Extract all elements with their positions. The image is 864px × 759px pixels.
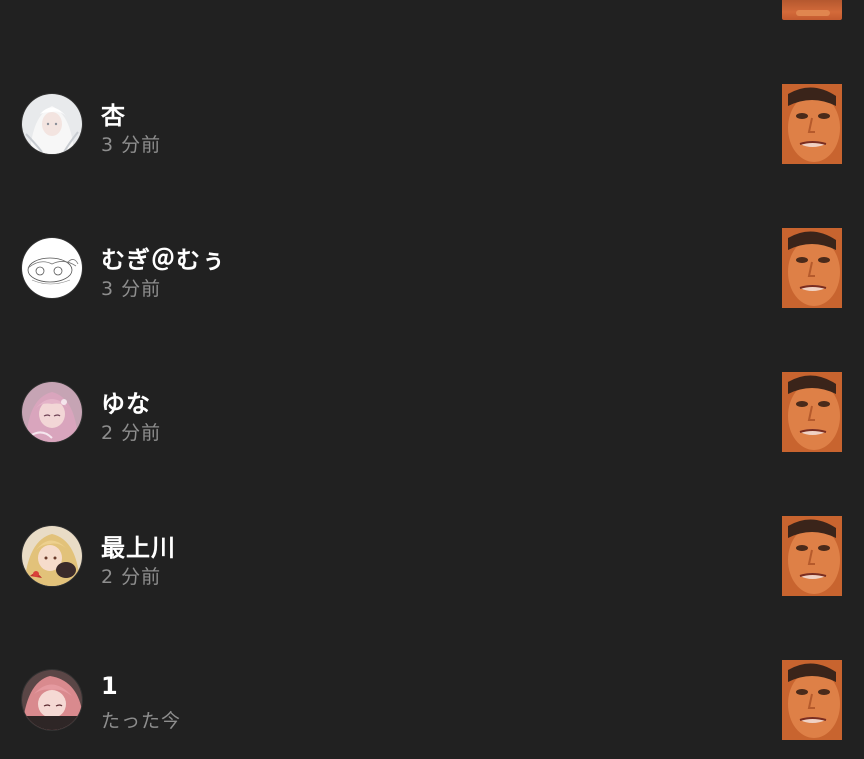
anime-avatar-blonde-hair-icon xyxy=(22,526,82,586)
post-thumbnail[interactable] xyxy=(782,516,842,596)
activity-row[interactable]: むぎ＠むぅ 3 分前 xyxy=(0,196,864,340)
activity-screen: 杏 3 分前 むぎ＠むぅ 3 分前 ゆな 2 分前 最上川 2 分前 1 たった… xyxy=(0,0,864,759)
post-thumbnail[interactable] xyxy=(782,228,842,308)
activity-row[interactable]: 杏 3 分前 xyxy=(0,52,864,196)
post-thumbnail-face-icon xyxy=(782,228,842,308)
timestamp: 3 分前 xyxy=(101,134,162,156)
user-name[interactable]: むぎ＠むぅ xyxy=(101,240,226,275)
post-thumbnail[interactable] xyxy=(782,372,842,452)
user-name[interactable]: ゆな xyxy=(101,384,151,419)
user-name[interactable]: 杏 xyxy=(101,96,126,131)
post-thumbnail-partial[interactable] xyxy=(782,0,842,20)
user-name[interactable]: 1 xyxy=(101,672,119,700)
post-thumbnail-face-icon xyxy=(782,516,842,596)
post-thumbnail[interactable] xyxy=(782,660,842,740)
post-thumbnail-face-icon xyxy=(782,372,842,452)
anime-avatar-pink-hair-icon xyxy=(22,382,82,442)
timestamp: 3 分前 xyxy=(101,278,162,300)
activity-row[interactable]: 1 たった今 xyxy=(0,628,864,759)
user-avatar[interactable] xyxy=(22,238,82,298)
post-thumbnail[interactable] xyxy=(782,84,842,164)
sketch-avatar-icon xyxy=(22,238,82,298)
user-avatar[interactable] xyxy=(22,526,82,586)
anime-avatar-white-hair-icon xyxy=(22,94,82,154)
user-avatar[interactable] xyxy=(22,94,82,154)
activity-row[interactable]: ゆな 2 分前 xyxy=(0,340,864,484)
timestamp: 2 分前 xyxy=(101,422,162,444)
user-avatar[interactable] xyxy=(22,382,82,442)
timestamp: たった今 xyxy=(101,710,182,732)
user-avatar[interactable] xyxy=(22,670,82,730)
post-thumbnail-face-icon xyxy=(782,84,842,164)
user-name[interactable]: 最上川 xyxy=(101,528,176,563)
post-thumbnail-face-icon xyxy=(782,660,842,740)
anime-avatar-red-hair-icon xyxy=(22,670,82,730)
activity-row[interactable]: 最上川 2 分前 xyxy=(0,484,864,628)
timestamp: 2 分前 xyxy=(101,566,162,588)
